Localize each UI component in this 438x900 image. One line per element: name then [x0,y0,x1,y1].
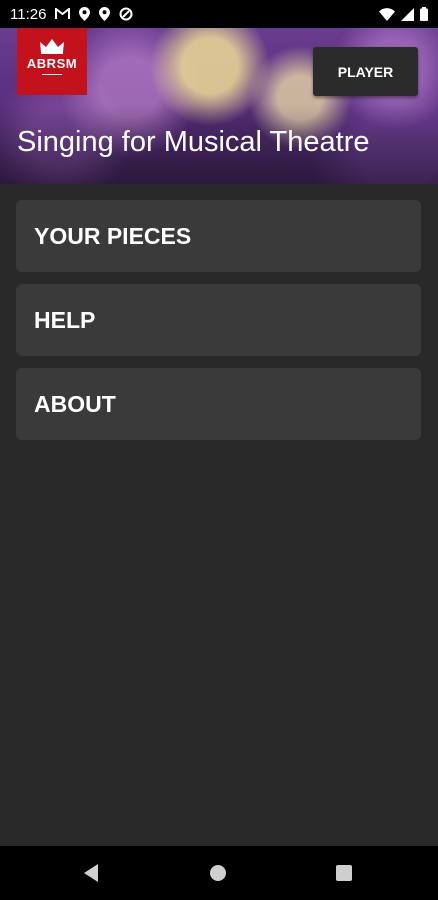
location-icon [99,7,111,21]
navigation-bar [0,846,438,900]
wifi-icon [379,7,395,21]
location-icon [79,7,91,21]
menu-item-about[interactable]: ABOUT [16,368,421,440]
home-icon[interactable] [209,864,227,882]
status-time: 11:26 [10,5,47,23]
sync-icon [119,7,133,21]
signal-icon [401,7,414,21]
menu-item-help[interactable]: HELP [16,284,421,356]
logo-text: ABRSM [26,56,78,71]
gmail-icon [55,8,71,20]
player-button[interactable]: PLAYER [313,47,418,96]
abrsm-logo: ABRSM [17,28,87,95]
status-bar-left: 11:26 [10,6,133,23]
page-title: Singing for Musical Theatre [17,126,370,158]
header-banner: ABRSM PLAYER Singing for Musical Theatre [0,28,438,184]
main-menu: YOUR PIECES HELP ABOUT [16,200,421,452]
menu-item-your-pieces[interactable]: YOUR PIECES [16,200,421,272]
back-icon[interactable] [82,863,100,883]
recents-icon[interactable] [336,865,352,881]
status-bar-right [379,7,428,21]
crown-icon [40,39,64,54]
logo-underline [42,74,62,75]
status-bar: 11:26 [0,0,438,28]
battery-icon [420,7,428,21]
